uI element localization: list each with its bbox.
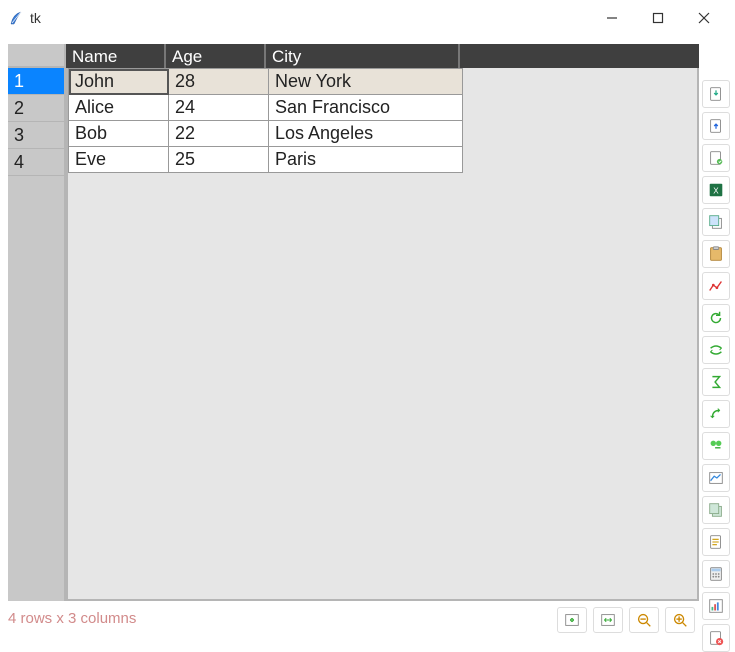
aggregate-icon (707, 373, 725, 391)
pivot-icon (707, 405, 725, 423)
cell-city[interactable]: San Francisco (269, 95, 463, 121)
svg-text:X: X (713, 187, 719, 196)
row-index-cell[interactable]: 2 (8, 95, 64, 122)
plot-button[interactable] (702, 272, 730, 300)
excel-button[interactable]: X (702, 176, 730, 204)
excel-icon: X (707, 181, 725, 199)
load-icon (707, 149, 725, 167)
column-header-row: NameAgeCity (66, 44, 699, 68)
query-button[interactable] (702, 464, 730, 492)
cell-age[interactable]: 24 (169, 95, 269, 121)
zoom-out-icon (635, 611, 653, 629)
column-header-name[interactable]: Name (66, 44, 166, 68)
zoom-out-button[interactable] (629, 607, 659, 633)
expand-cols-button[interactable] (593, 607, 623, 633)
clear-button[interactable] (702, 624, 730, 652)
copy-icon (707, 213, 725, 231)
cell-name[interactable]: Eve (69, 147, 169, 173)
table-row[interactable]: Alice24San Francisco (69, 95, 463, 121)
aggregate-button[interactable] (702, 368, 730, 396)
cell-city[interactable]: Los Angeles (269, 121, 463, 147)
zoom-in-icon (671, 611, 689, 629)
table-area: 1234 NameAgeCity John28New YorkAlice24Sa… (8, 44, 699, 601)
export-button[interactable] (702, 112, 730, 140)
import-icon (707, 85, 725, 103)
melt-icon (707, 437, 725, 455)
status-text: 4 rows x 3 columns (8, 610, 136, 627)
bottom-toolbar (557, 607, 695, 633)
refresh-icon (707, 309, 725, 327)
contract-cols-button[interactable] (557, 607, 587, 633)
row-index-cell[interactable]: 4 (8, 149, 64, 176)
table-row[interactable]: Bob22Los Angeles (69, 121, 463, 147)
plot-icon (707, 277, 725, 295)
table-info-button[interactable] (702, 528, 730, 556)
close-button[interactable] (681, 3, 727, 33)
row-index-column: 1234 (8, 44, 66, 601)
duplicate-icon (707, 501, 725, 519)
chart-icon (707, 597, 725, 615)
load-button[interactable] (702, 144, 730, 172)
export-icon (707, 117, 725, 135)
table-body[interactable]: John28New YorkAlice24San FranciscoBob22L… (66, 68, 699, 601)
row-index-cell[interactable]: 1 (8, 68, 64, 95)
contract-cols-icon (563, 611, 581, 629)
chart-button[interactable] (702, 592, 730, 620)
pivot-button[interactable] (702, 400, 730, 428)
column-header-city[interactable]: City (266, 44, 460, 68)
cell-city[interactable]: New York (269, 69, 463, 95)
row-index-cell[interactable]: 3 (8, 122, 64, 149)
cell-age[interactable]: 28 (169, 69, 269, 95)
window-titlebar: tk (0, 0, 735, 36)
column-header-age[interactable]: Age (166, 44, 266, 68)
right-toolbar: X (702, 80, 732, 652)
maximize-button[interactable] (635, 3, 681, 33)
refresh-button[interactable] (702, 304, 730, 332)
table-info-icon (707, 533, 725, 551)
cell-city[interactable]: Paris (269, 147, 463, 173)
app-body: 1234 NameAgeCity John28New YorkAlice24Sa… (0, 36, 735, 641)
window-title: tk (30, 10, 41, 26)
zoom-in-button[interactable] (665, 607, 695, 633)
tk-feather-icon (8, 10, 24, 26)
minimize-button[interactable] (589, 3, 635, 33)
transpose-icon (707, 341, 725, 359)
duplicate-button[interactable] (702, 496, 730, 524)
row-index-header[interactable] (8, 44, 64, 68)
cell-name[interactable]: Alice (69, 95, 169, 121)
melt-button[interactable] (702, 432, 730, 460)
table-row[interactable]: John28New York (69, 69, 463, 95)
paste-button[interactable] (702, 240, 730, 268)
import-button[interactable] (702, 80, 730, 108)
clear-icon (707, 629, 725, 647)
cell-age[interactable]: 22 (169, 121, 269, 147)
column-header-filler (460, 44, 699, 68)
cell-name[interactable]: Bob (69, 121, 169, 147)
cell-age[interactable]: 25 (169, 147, 269, 173)
query-icon (707, 469, 725, 487)
calculator-button[interactable] (702, 560, 730, 588)
table-row[interactable]: Eve25Paris (69, 147, 463, 173)
paste-icon (707, 245, 725, 263)
calculator-icon (707, 565, 725, 583)
expand-cols-icon (599, 611, 617, 629)
copy-button[interactable] (702, 208, 730, 236)
cell-name[interactable]: John (69, 69, 169, 95)
transpose-button[interactable] (702, 336, 730, 364)
